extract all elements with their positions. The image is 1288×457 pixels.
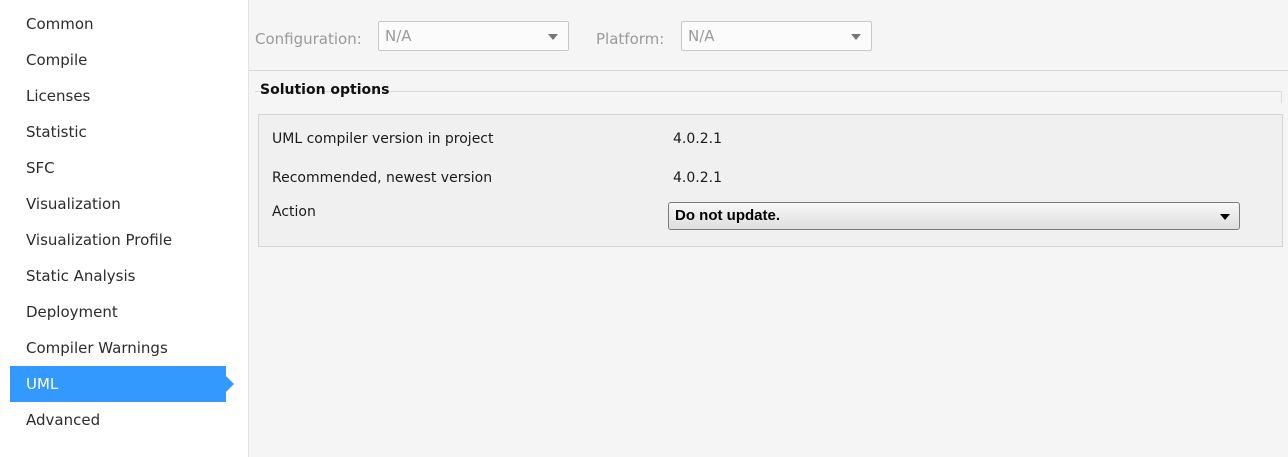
group-header-line-end [1281, 91, 1282, 103]
platform-dropdown[interactable]: N/A [681, 21, 872, 51]
chevron-down-icon [851, 34, 861, 40]
recommended-version-label: Recommended, newest version [272, 170, 493, 186]
uml-compiler-version-label: UML compiler version in project [272, 131, 494, 147]
sidebar-item-sfc[interactable]: SFC [10, 150, 226, 186]
recommended-version-value: 4.0.2.1 [673, 170, 722, 186]
chevron-down-icon [1220, 214, 1230, 220]
sidebar-item-compiler-warnings[interactable]: Compiler Warnings [10, 330, 226, 366]
sidebar-item-common[interactable]: Common [10, 6, 226, 42]
settings-content-panel: Configuration: N/A Platform: N/A Solutio… [249, 0, 1288, 457]
sidebar-item-static-analysis[interactable]: Static Analysis [10, 258, 226, 294]
action-label: Action [272, 204, 316, 220]
settings-sidebar: Common Compile Licenses Statistic SFC Vi… [0, 0, 249, 457]
sidebar-item-licenses[interactable]: Licenses [10, 78, 226, 114]
solution-options-group: UML compiler version in project 4.0.2.1 … [258, 114, 1283, 247]
toolbar-divider [249, 70, 1288, 71]
uml-compiler-version-value: 4.0.2.1 [673, 131, 722, 147]
chevron-down-icon [548, 34, 558, 40]
action-dropdown-value: Do not update. [675, 207, 780, 224]
solution-options-title: Solution options [260, 82, 390, 98]
sidebar-item-uml[interactable]: UML [10, 366, 234, 402]
group-header-line [255, 91, 1282, 92]
sidebar-item-deployment[interactable]: Deployment [10, 294, 226, 330]
sidebar-item-visualization[interactable]: Visualization [10, 186, 226, 222]
sidebar-item-advanced[interactable]: Advanced [10, 402, 226, 438]
platform-label: Platform: [596, 30, 665, 48]
sidebar-item-statistic[interactable]: Statistic [10, 114, 226, 150]
configuration-label: Configuration: [255, 30, 362, 48]
action-dropdown[interactable]: Do not update. [668, 202, 1240, 230]
sidebar-item-visualization-profile[interactable]: Visualization Profile [10, 222, 226, 258]
platform-dropdown-value: N/A [688, 27, 715, 45]
configuration-toolbar: Configuration: N/A Platform: N/A [249, 0, 1288, 60]
settings-nav-list: Common Compile Licenses Statistic SFC Vi… [10, 6, 234, 438]
sidebar-item-compile[interactable]: Compile [10, 42, 226, 78]
configuration-dropdown-value: N/A [385, 27, 412, 45]
configuration-dropdown[interactable]: N/A [378, 21, 569, 51]
